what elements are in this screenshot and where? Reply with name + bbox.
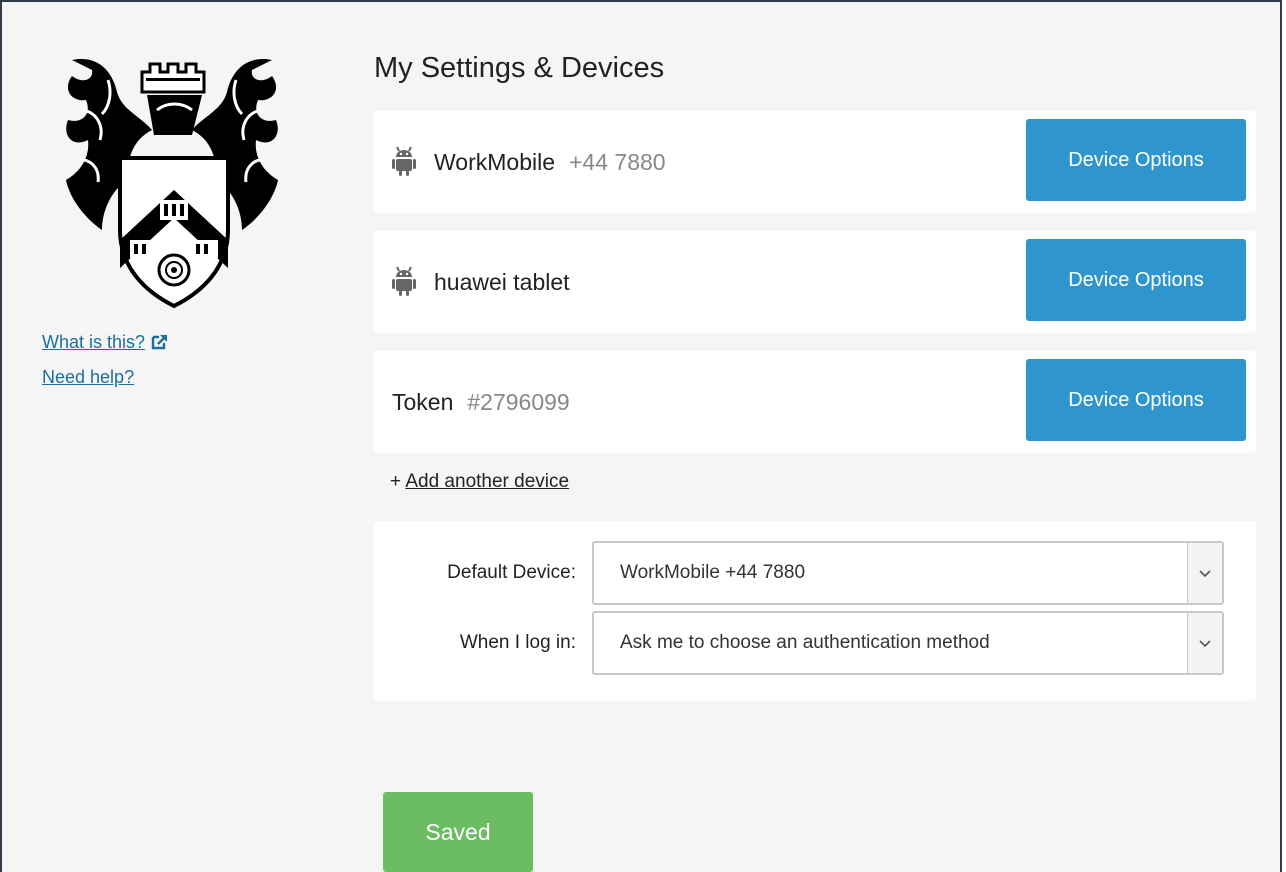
app-window: What is this? Need help? My Settings & D… <box>0 0 1282 872</box>
device-name: WorkMobile <box>434 148 555 175</box>
what-is-this-label: What is this? <box>42 332 146 352</box>
device-info: huawei tablet <box>392 231 570 333</box>
device-info: Token #2796099 <box>392 351 570 453</box>
chevron-down-icon[interactable] <box>1187 543 1222 603</box>
main-content: My Settings & Devices WorkMobile +44 788… <box>374 52 1256 872</box>
settings-panel: Default Device: WorkMobile +44 7880 When… <box>374 521 1256 701</box>
what-is-this-link[interactable]: What is this? <box>42 332 168 355</box>
university-crest-icon <box>66 59 278 309</box>
saved-button[interactable]: Saved <box>383 792 533 872</box>
device-options-button[interactable]: Device Options <box>1026 359 1246 441</box>
chevron-down-icon[interactable] <box>1187 613 1222 673</box>
android-icon <box>392 146 416 176</box>
device-options-button[interactable]: Device Options <box>1026 119 1246 201</box>
sidebar-links: What is this? Need help? <box>42 332 168 400</box>
page-title: My Settings & Devices <box>374 52 665 84</box>
device-row-token: Token #2796099 Device Options <box>374 351 1256 453</box>
android-icon <box>392 266 416 296</box>
need-help-link[interactable]: Need help? <box>42 367 168 388</box>
external-link-icon <box>151 334 168 355</box>
device-info: WorkMobile +44 7880 <box>392 111 666 213</box>
device-options-button[interactable]: Device Options <box>1026 239 1246 321</box>
sidebar: What is this? Need help? <box>42 40 302 387</box>
default-device-select[interactable]: WorkMobile +44 7880 <box>592 541 1224 605</box>
login-behavior-value: Ask me to choose an authentication metho… <box>620 632 990 653</box>
login-behavior-label: When I log in: <box>459 632 576 653</box>
device-number: #2796099 <box>467 388 570 415</box>
device-name: huawei tablet <box>434 268 570 295</box>
plus-icon: + <box>390 471 402 492</box>
default-device-value: WorkMobile +44 7880 <box>620 562 806 583</box>
add-another-device-link[interactable]: Add another device <box>405 471 569 492</box>
add-device-row: + Add another device <box>390 471 1256 501</box>
device-row-huawei-tablet: huawei tablet Device Options <box>374 231 1256 333</box>
login-behavior-select[interactable]: Ask me to choose an authentication metho… <box>592 611 1224 675</box>
device-name: Token <box>392 388 454 415</box>
device-number: +44 7880 <box>569 148 666 175</box>
device-row-workmobile: WorkMobile +44 7880 Device Options <box>374 111 1256 213</box>
default-device-label: Default Device: <box>447 562 576 583</box>
default-device-row: Default Device: WorkMobile +44 7880 <box>374 541 1256 605</box>
login-behavior-row: When I log in: Ask me to choose an authe… <box>374 611 1256 675</box>
